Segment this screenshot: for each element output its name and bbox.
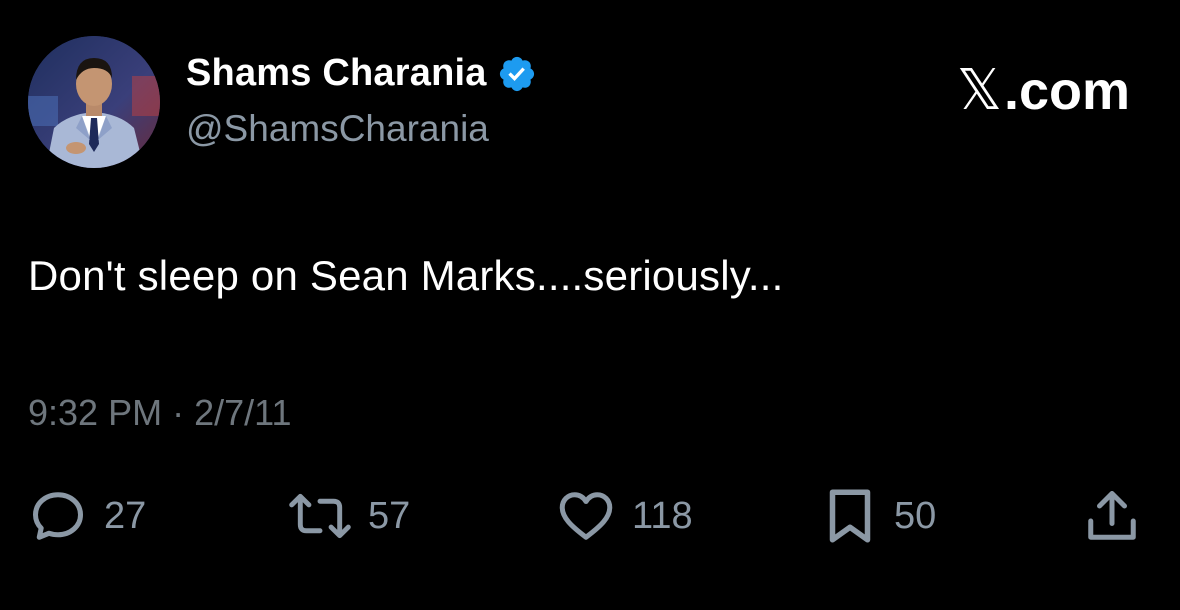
heart-icon (556, 486, 616, 546)
tweet-time: 9:32 PM (28, 392, 163, 433)
like-button[interactable]: 118 (556, 484, 693, 548)
repost-count: 57 (368, 494, 411, 537)
tweet-timestamp[interactable]: 9:32 PM · 2/7/11 (28, 392, 292, 434)
avatar-image (28, 36, 160, 168)
repost-arrows-icon (288, 486, 352, 546)
share-button[interactable] (1082, 484, 1142, 548)
tweet-card: Shams Charania @ShamsCharania 𝕏 .com Don… (0, 0, 1180, 610)
bookmark-button[interactable]: 50 (822, 484, 936, 548)
avatar[interactable] (28, 36, 160, 168)
verified-badge-icon (497, 54, 537, 94)
brand-suffix: .com (1003, 61, 1130, 121)
x-logo-icon: 𝕏 (956, 58, 1002, 123)
speech-bubble-icon (28, 486, 88, 546)
reply-count: 27 (104, 494, 147, 537)
tweet-text: Don't sleep on Sean Marks....seriously..… (28, 252, 784, 299)
action-bar: 27 57 118 50 (0, 484, 1180, 548)
author-handle[interactable]: @ShamsCharania (186, 108, 489, 150)
author-name-row: Shams Charania (186, 52, 537, 95)
author-display-name[interactable]: Shams Charania (186, 52, 487, 95)
bookmark-count: 50 (894, 494, 937, 537)
repost-button[interactable]: 57 (288, 484, 410, 548)
tweet-date: 2/7/11 (194, 392, 292, 433)
bookmark-icon (822, 486, 878, 546)
share-upload-icon (1082, 486, 1142, 546)
reply-button[interactable]: 27 (28, 484, 146, 548)
brand-logo: 𝕏 .com (957, 58, 1130, 123)
timestamp-separator: · (172, 392, 185, 433)
like-count: 118 (632, 494, 693, 537)
